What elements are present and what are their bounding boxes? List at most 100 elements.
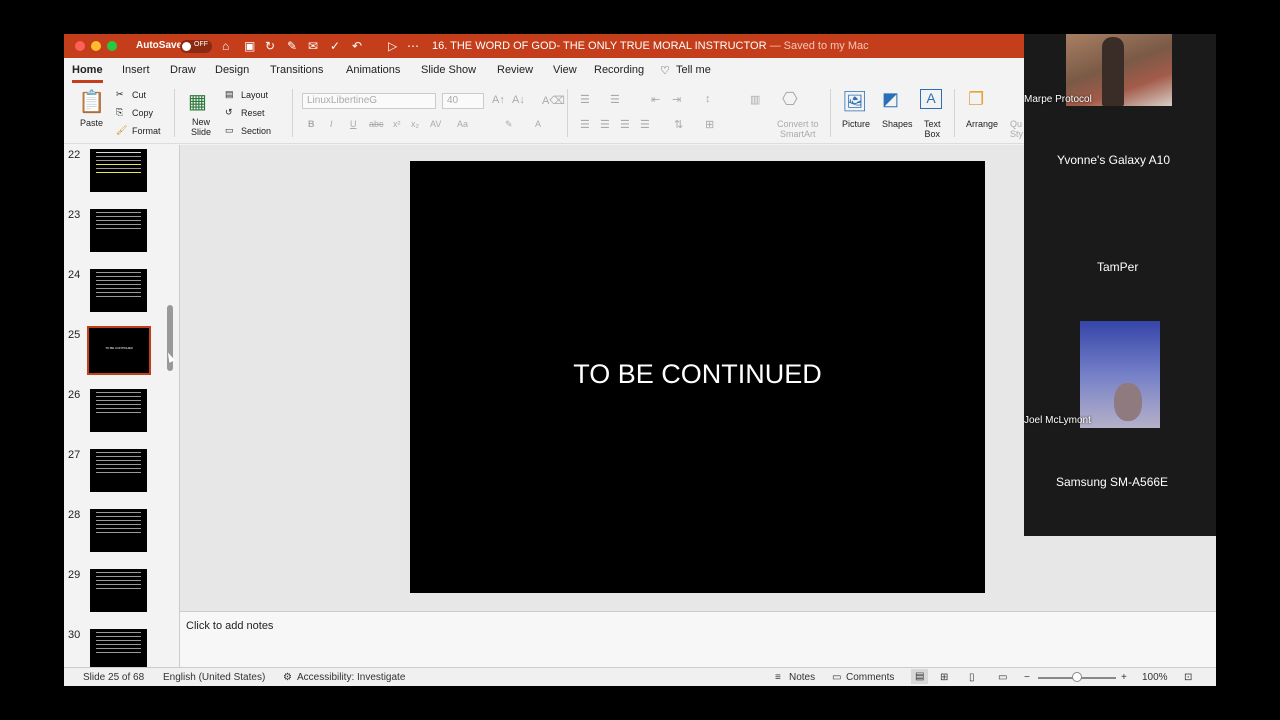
copy-icon[interactable]: ⎘ [116, 107, 123, 118]
play-icon[interactable]: ▷ [388, 39, 397, 53]
slide-thumbnail[interactable] [90, 149, 147, 192]
arrange-button[interactable]: Arrange [966, 119, 998, 129]
thumbnail-slide-29[interactable]: 29 [64, 565, 179, 625]
picture-icon[interactable]: 🖼 [842, 89, 867, 114]
arrange-icon[interactable]: ❐ [968, 89, 984, 110]
text-direction-icon[interactable]: ⇅ [674, 118, 683, 131]
layout-icon[interactable]: ▤ [225, 89, 234, 100]
bold-icon[interactable]: B [308, 119, 315, 129]
thumbnail-slide-24[interactable]: 24 [64, 265, 179, 325]
clear-format-icon[interactable]: A⌫ [542, 94, 565, 107]
char-spacing-icon[interactable]: AV [430, 119, 441, 129]
notes-button[interactable]: Notes [789, 672, 815, 683]
current-slide[interactable]: TO BE CONTINUED [410, 161, 985, 593]
tab-recording[interactable]: Recording [594, 64, 644, 76]
close-window-button[interactable] [75, 41, 85, 51]
numbering-icon[interactable]: ☰ [610, 93, 620, 106]
thumbnail-slide-26[interactable]: 26 [64, 385, 179, 445]
home-icon[interactable]: ⌂ [222, 39, 229, 53]
bullets-icon[interactable]: ☰ [580, 93, 590, 106]
zoom-window-button[interactable] [107, 41, 117, 51]
section-icon[interactable]: ▭ [225, 125, 234, 136]
more-icon[interactable]: ⋯ [407, 39, 419, 53]
font-size-select[interactable]: 40 [442, 93, 484, 109]
participant-tile[interactable]: Marpe Protocol [1024, 34, 1216, 144]
spellcheck-icon[interactable]: ✓ [330, 39, 340, 53]
tab-view[interactable]: View [553, 64, 577, 76]
change-case-icon[interactable]: Aa [457, 119, 468, 129]
subscript-icon[interactable]: x₂ [411, 119, 419, 129]
decrease-font-icon[interactable]: A↓ [512, 94, 525, 106]
slide-title-text[interactable]: TO BE CONTINUED [410, 359, 985, 390]
autosave-toggle[interactable]: OFF [180, 40, 212, 53]
tab-animations[interactable]: Animations [346, 64, 400, 76]
slide-thumbnail[interactable] [90, 209, 147, 252]
highlight-icon[interactable]: ✎ [505, 119, 513, 130]
zoom-in-icon[interactable]: + [1121, 672, 1127, 683]
reset-button[interactable]: Reset [241, 108, 265, 118]
increase-font-icon[interactable]: A↑ [492, 94, 505, 106]
thumbnail-slide-28[interactable]: 28 [64, 505, 179, 565]
tab-insert[interactable]: Insert [122, 64, 150, 76]
normal-view-icon[interactable]: ▤ [911, 669, 929, 684]
format-painter-button[interactable]: Format [132, 126, 161, 136]
language-indicator[interactable]: English (United States) [163, 672, 265, 683]
refresh-icon[interactable]: ↻ [265, 39, 275, 53]
picture-button[interactable]: Picture [842, 119, 870, 129]
thumbnail-slide-25[interactable]: 25 TO BE CONTINUED [64, 325, 179, 385]
tab-slide-show[interactable]: Slide Show [421, 64, 476, 76]
align-text-icon[interactable]: ⊞ [705, 118, 714, 131]
convert-smartart-button[interactable]: Convert to SmartArt [777, 119, 819, 139]
tab-tell-me[interactable]: Tell me [676, 64, 711, 76]
new-slide-icon[interactable]: ▦ [188, 89, 207, 114]
slide-thumbnail[interactable] [90, 509, 147, 552]
participant-tile[interactable]: TamPer [1024, 249, 1216, 321]
cut-icon[interactable]: ✂ [116, 89, 124, 100]
copy-button[interactable]: Copy [132, 108, 153, 118]
thumbnail-slide-30[interactable]: 30 [64, 625, 179, 667]
reading-view-icon[interactable]: ▯ [969, 672, 975, 683]
shapes-button[interactable]: Shapes [882, 119, 913, 129]
minimize-window-button[interactable] [91, 41, 101, 51]
slide-thumbnail[interactable] [90, 629, 147, 667]
tab-transitions[interactable]: Transitions [270, 64, 323, 76]
line-spacing-icon[interactable]: ↕ [705, 93, 711, 105]
align-left-icon[interactable]: ☰ [580, 118, 590, 131]
accessibility-status[interactable]: Accessibility: Investigate [297, 672, 405, 683]
italic-icon[interactable]: I [330, 119, 333, 129]
text-box-button[interactable]: Text Box [924, 119, 941, 139]
slide-thumbnail[interactable] [90, 269, 147, 312]
notes-placeholder[interactable]: Click to add notes [186, 620, 273, 632]
increase-indent-icon[interactable]: ⇥ [672, 93, 681, 106]
save-icon[interactable]: ▣ [244, 39, 255, 53]
comments-button[interactable]: Comments [846, 672, 894, 683]
zoom-out-icon[interactable]: − [1024, 672, 1030, 683]
font-color-icon[interactable]: A [535, 119, 541, 129]
mail-icon[interactable]: ✉ [308, 39, 318, 53]
quick-styles-button[interactable]: Qu Sty [1010, 119, 1023, 139]
tab-home[interactable]: Home [72, 64, 103, 83]
zoom-level[interactable]: 100% [1142, 672, 1168, 683]
thumbnail-slide-23[interactable]: 23 [64, 205, 179, 265]
align-center-icon[interactable]: ☰ [600, 118, 610, 131]
section-button[interactable]: Section [241, 126, 271, 136]
align-right-icon[interactable]: ☰ [620, 118, 630, 131]
tab-draw[interactable]: Draw [170, 64, 196, 76]
undo-icon[interactable]: ↶ [352, 39, 362, 53]
cut-button[interactable]: Cut [132, 90, 146, 100]
paste-icon[interactable]: 📋 [78, 89, 105, 115]
text-box-icon[interactable]: A [920, 89, 942, 109]
slideshow-icon[interactable]: ▭ [998, 672, 1007, 683]
superscript-icon[interactable]: x² [393, 119, 401, 129]
font-name-select[interactable]: LinuxLibertineG [302, 93, 436, 109]
zoom-slider-knob[interactable] [1072, 672, 1082, 682]
new-slide-button[interactable]: New Slide [191, 117, 211, 137]
strikethrough-icon[interactable]: abc [369, 119, 384, 129]
reset-icon[interactable]: ↺ [225, 107, 233, 118]
format-painter-icon[interactable]: 🖌 [116, 125, 127, 136]
shapes-icon[interactable]: ◩ [882, 89, 899, 110]
edit-icon[interactable]: ✎ [287, 39, 297, 53]
slide-thumbnail-selected[interactable]: TO BE CONTINUED [87, 326, 151, 375]
justify-icon[interactable]: ☰ [640, 118, 650, 131]
slide-thumbnail[interactable] [90, 449, 147, 492]
